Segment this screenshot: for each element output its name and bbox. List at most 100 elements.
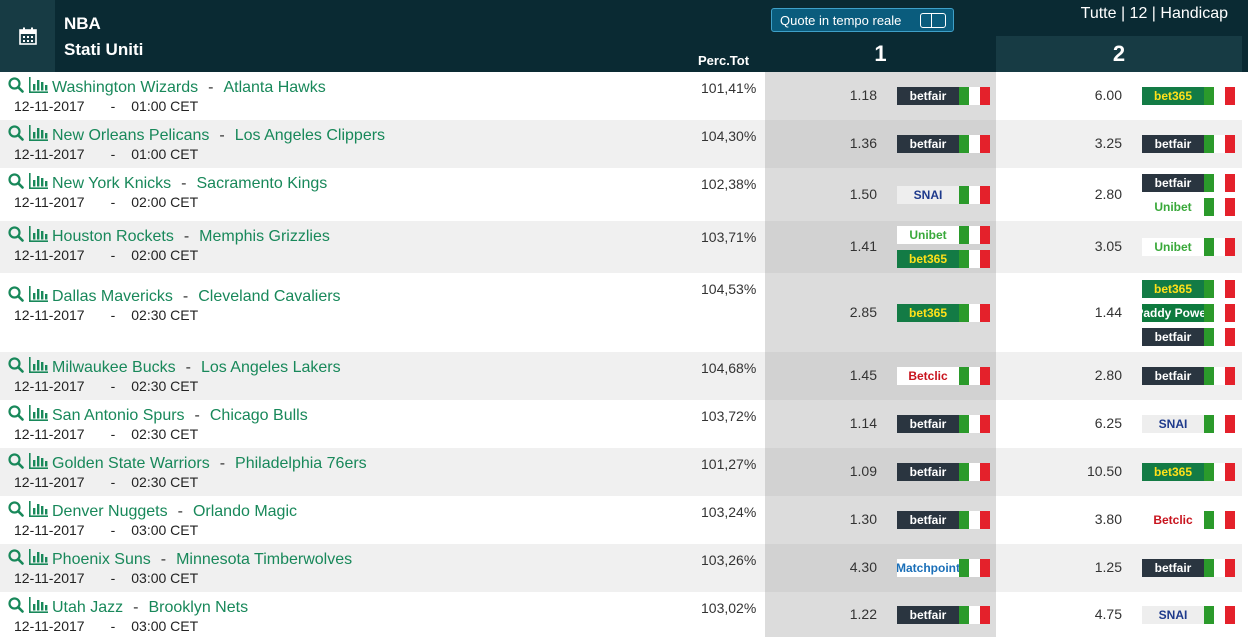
home-team-link[interactable]: San Antonio Spurs [52,407,185,425]
away-team-link[interactable]: Los Angeles Clippers [235,127,385,145]
search-icon[interactable] [8,125,28,146]
away-team-link[interactable]: Chicago Bulls [210,407,308,425]
bookmaker-bet365[interactable]: bet365 [1142,463,1235,481]
bookmaker-logo: bet365 [897,250,959,268]
home-team-link[interactable]: Milwaukee Bucks [52,359,176,377]
home-team-link[interactable]: New Orleans Pelicans [52,127,209,145]
search-icon[interactable] [8,286,28,307]
bookmaker-betfair[interactable]: betfair [1142,559,1235,577]
match-row: Utah Jazz - Brooklyn Nets 12-11-2017-03:00 … [0,592,1242,637]
stats-icon[interactable] [28,173,52,194]
bookmaker-betfair[interactable]: betfair [897,87,990,105]
search-icon[interactable] [8,405,28,426]
bookmaker-betfair[interactable]: betfair [1142,135,1235,153]
odd-away[interactable]: 2.80 [1062,367,1122,383]
home-team-link[interactable]: Houston Rockets [52,228,174,246]
bookmaker-betclic[interactable]: Betclic [1142,511,1235,529]
away-team-link[interactable]: Los Angeles Lakers [201,359,341,377]
bookmaker-unibet[interactable]: Unibet [897,226,990,244]
away-team-link[interactable]: Atlanta Hawks [223,79,325,97]
bookmaker-betfair[interactable]: betfair [1142,173,1235,192]
search-icon[interactable] [8,501,28,522]
search-icon[interactable] [8,357,28,378]
bookmaker-unibet[interactable]: Unibet [1142,197,1235,216]
stats-icon[interactable] [28,286,52,307]
bookmaker-betfair[interactable]: betfair [897,415,990,433]
odd-home[interactable]: 1.14 [817,415,877,431]
bookmaker-snai[interactable]: SNAI [1142,415,1235,433]
bookmaker-snai[interactable]: SNAI [897,185,990,204]
odd-away[interactable]: 2.80 [1062,186,1122,202]
away-team-link[interactable]: Memphis Grizzlies [199,228,330,246]
away-team-link[interactable]: Sacramento Kings [197,175,328,193]
away-team-link[interactable]: Minnesota Timberwolves [176,551,352,569]
bookmaker-bet365[interactable]: bet365 [1142,87,1235,105]
search-icon[interactable] [8,453,28,474]
away-team-link[interactable]: Philadelphia 76ers [235,455,367,473]
search-icon[interactable] [8,226,28,247]
home-team-link[interactable]: Washington Wizards [52,79,198,97]
stats-icon[interactable] [28,125,52,146]
bookmaker-betclic[interactable]: Betclic [897,367,990,385]
stats-icon[interactable] [28,357,52,378]
away-team-link[interactable]: Cleveland Cavaliers [198,288,340,306]
bookmaker-betfair[interactable]: betfair [1142,327,1235,346]
away-team-link[interactable]: Brooklyn Nets [148,599,248,617]
home-team-link[interactable]: Golden State Warriors [52,455,210,473]
odd-away[interactable]: 3.25 [1062,135,1122,151]
bookmaker-bet365[interactable]: bet365 [897,250,990,268]
italy-flag-icon [959,511,990,529]
odd-home[interactable]: 1.18 [817,87,877,103]
bookmaker-snai[interactable]: SNAI [1142,605,1235,624]
bookmaker-betfair[interactable]: betfair [897,135,990,153]
market-filter[interactable]: Tutte | 12 | Handicap [1081,5,1228,23]
home-team-link[interactable]: Utah Jazz [52,599,123,617]
odd-away[interactable]: 6.00 [1062,87,1122,103]
stats-icon[interactable] [28,226,52,247]
stats-icon[interactable] [28,77,52,98]
stats-icon[interactable] [28,453,52,474]
odd-home[interactable]: 2.85 [817,304,877,320]
bookmaker-bet365[interactable]: bet365 [1142,279,1235,298]
away-team-link[interactable]: Orlando Magic [193,503,297,521]
bookmaker-betfair[interactable]: betfair [1142,367,1235,385]
odd-away[interactable]: 3.80 [1062,511,1122,527]
odd-away[interactable]: 4.75 [1062,606,1122,622]
odd-home[interactable]: 1.50 [817,186,877,202]
bookmaker-betfair[interactable]: betfair [897,463,990,481]
bookmaker-logo: Paddy Power [1142,303,1204,322]
toggle-switch-icon[interactable] [920,13,946,28]
odd-away[interactable]: 1.25 [1062,559,1122,575]
home-team-link[interactable]: Denver Nuggets [52,503,168,521]
search-icon[interactable] [8,597,28,618]
search-icon[interactable] [8,173,28,194]
home-team-link[interactable]: New York Knicks [52,175,171,193]
odd-home[interactable]: 1.30 [817,511,877,527]
odd-home[interactable]: 1.41 [817,238,877,254]
odd-home[interactable]: 1.45 [817,367,877,383]
odd-home[interactable]: 4.30 [817,559,877,575]
bookmaker-betfair[interactable]: betfair [897,511,990,529]
stats-icon[interactable] [28,597,52,618]
home-team-link[interactable]: Phoenix Suns [52,551,151,569]
odd-home[interactable]: 1.22 [817,606,877,622]
stats-icon[interactable] [28,405,52,426]
bookmaker-paddy[interactable]: Paddy Power [1142,303,1235,322]
odd-home[interactable]: 1.09 [817,463,877,479]
bookmaker-unibet[interactable]: Unibet [1142,238,1235,256]
stats-icon[interactable] [28,501,52,522]
odd-home[interactable]: 1.36 [817,135,877,151]
stats-icon[interactable] [28,549,52,570]
odd-away[interactable]: 10.50 [1062,463,1122,479]
realtime-odds-toggle[interactable]: Quote in tempo reale [771,8,954,32]
odd-away[interactable]: 1.44 [1062,304,1122,320]
home-team-link[interactable]: Dallas Mavericks [52,288,173,306]
odd-away[interactable]: 3.05 [1062,238,1122,254]
search-icon[interactable] [8,77,28,98]
bookmaker-matchpoint[interactable]: Matchpoint [897,559,990,577]
calendar-icon[interactable] [0,0,55,72]
bookmaker-bet365[interactable]: bet365 [897,303,990,322]
search-icon[interactable] [8,549,28,570]
odd-away[interactable]: 6.25 [1062,415,1122,431]
bookmaker-betfair[interactable]: betfair [897,605,990,624]
